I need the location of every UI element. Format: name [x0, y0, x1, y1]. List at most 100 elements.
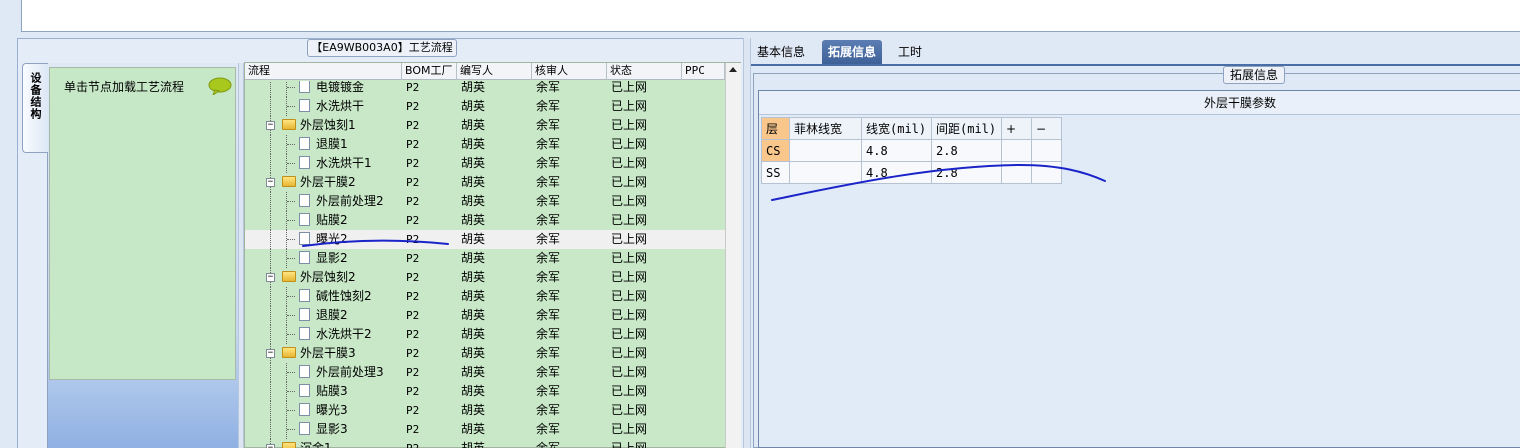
table-row[interactable]: 外层前处理3 P2 胡英 余军 已上网	[245, 363, 725, 382]
scroll-up-arrow-icon[interactable]	[729, 67, 737, 72]
reviewer-cell: 余军	[536, 137, 561, 151]
col-header-ppc[interactable]: PPC	[682, 63, 725, 80]
spacing-cell[interactable]: 2.8	[931, 161, 1002, 184]
writer-cell: 胡英	[461, 403, 486, 417]
reviewer-cell: 余军	[536, 308, 561, 322]
table-row[interactable]: 外层前处理2 P2 胡英 余军 已上网	[245, 192, 725, 211]
tree-branch	[287, 334, 295, 335]
status-cell: 已上网	[611, 270, 648, 284]
writer-cell: 胡英	[461, 422, 486, 436]
tab-divider	[751, 64, 1520, 66]
process-name: 水洗烘干	[316, 99, 365, 113]
table-row[interactable]: 水洗烘干1 P2 胡英 余军 已上网	[245, 154, 725, 173]
spacing-cell[interactable]: 2.8	[931, 139, 1002, 162]
tree-line	[270, 306, 271, 325]
document-icon	[299, 213, 310, 226]
collapse-toggle-icon[interactable]: −	[266, 444, 275, 448]
status-cell: 已上网	[611, 403, 648, 417]
line-width-cell[interactable]: 4.8	[861, 139, 932, 162]
param-row: SS 4.8 2.8	[761, 161, 1062, 184]
tree-group-row[interactable]: − 外层干膜3 P2 胡英 余军 已上网	[245, 344, 725, 363]
col-header-status[interactable]: 状态	[607, 63, 682, 80]
writer-cell: 胡英	[461, 137, 486, 151]
tree-branch	[287, 315, 295, 316]
collapse-toggle-icon[interactable]: −	[266, 273, 275, 282]
tree-line	[270, 382, 271, 401]
tree-line	[270, 97, 271, 116]
col-header-bom[interactable]: BOM工厂	[402, 63, 457, 80]
table-row[interactable]: 电镀镀金 P2 胡英 余军 已上网	[245, 81, 725, 97]
center-splitter[interactable]	[743, 38, 751, 448]
writer-cell: 胡英	[461, 289, 486, 303]
status-cell: 已上网	[611, 289, 648, 303]
tab-work-hours[interactable]: 工时	[892, 40, 928, 64]
writer-cell: 胡英	[461, 156, 486, 170]
process-name: 退膜1	[316, 137, 348, 151]
empty-cell[interactable]	[1001, 161, 1032, 184]
line-width-cell[interactable]: 4.8	[861, 161, 932, 184]
process-name: 外层干膜2	[300, 175, 356, 189]
add-column-button[interactable]: +	[1001, 117, 1032, 140]
reviewer-cell: 余军	[536, 327, 561, 341]
reviewer-cell: 余军	[536, 118, 561, 132]
node-panel[interactable]: 单击节点加载工艺流程	[49, 67, 236, 380]
table-row[interactable]: 贴膜3 P2 胡英 余军 已上网	[245, 382, 725, 401]
header-spacing: 间距(mil)	[931, 117, 1002, 140]
reviewer-cell: 余军	[536, 384, 561, 398]
reviewer-cell: 余军	[536, 175, 561, 189]
writer-cell: 胡英	[461, 251, 486, 265]
layer-cell[interactable]: SS	[761, 161, 790, 184]
writer-cell: 胡英	[461, 365, 486, 379]
table-row[interactable]: 水洗烘干2 P2 胡英 余军 已上网	[245, 325, 725, 344]
empty-cell[interactable]	[1031, 161, 1062, 184]
collapse-toggle-icon[interactable]: −	[266, 349, 275, 358]
layer-cell[interactable]: CS	[761, 139, 790, 162]
col-header-reviewer[interactable]: 核审人	[532, 63, 607, 80]
param-table-title: 外层干膜参数	[759, 91, 1520, 115]
tree-branch	[287, 410, 295, 411]
collapse-toggle-icon[interactable]: −	[266, 121, 275, 130]
table-row[interactable]: 碱性蚀刻2 P2 胡英 余军 已上网	[245, 287, 725, 306]
param-row: CS 4.8 2.8	[761, 139, 1062, 162]
col-header-writer[interactable]: 编写人	[457, 63, 532, 80]
collapse-toggle-icon[interactable]: −	[266, 178, 275, 187]
table-row[interactable]: 曝光2 P2 胡英 余军 已上网	[245, 230, 725, 249]
tree-group-row[interactable]: − 沉金1 P2 胡英 余军 已上网	[245, 439, 725, 448]
tree-branch	[287, 106, 295, 107]
tree-branch	[287, 429, 295, 430]
tree-group-row[interactable]: − 外层干膜2 P2 胡英 余军 已上网	[245, 173, 725, 192]
table-row[interactable]: 退膜2 P2 胡英 余军 已上网	[245, 306, 725, 325]
table-row[interactable]: 显影3 P2 胡英 余军 已上网	[245, 420, 725, 439]
bom-cell: P2	[406, 423, 420, 436]
tab-basic-info[interactable]: 基本信息	[751, 40, 811, 64]
table-row[interactable]: 退膜1 P2 胡英 余军 已上网	[245, 135, 725, 154]
empty-cell[interactable]	[1031, 139, 1062, 162]
bom-cell: P2	[406, 176, 420, 189]
grid-body: 电镀镀金 P2 胡英 余军 已上网 水洗烘干 P2 胡英 余军 已上网 − 外层蚀刻1 P2 胡英 余军 已上…	[245, 81, 725, 448]
col-header-flow[interactable]: 流程	[245, 63, 402, 80]
table-row[interactable]: 贴膜2 P2 胡英 余军 已上网	[245, 211, 725, 230]
table-row[interactable]: 曝光3 P2 胡英 余军 已上网	[245, 401, 725, 420]
reviewer-cell: 余军	[536, 251, 561, 265]
bom-cell: P2	[406, 404, 420, 417]
tab-equipment-structure[interactable]: 设备结构	[22, 63, 48, 153]
writer-cell: 胡英	[461, 308, 486, 322]
film-width-cell[interactable]	[789, 139, 862, 162]
grid-scrollbar[interactable]	[725, 63, 741, 448]
reviewer-cell: 余军	[536, 156, 561, 170]
table-row[interactable]: 显影2 P2 胡英 余军 已上网	[245, 249, 725, 268]
reviewer-cell: 余军	[536, 81, 561, 94]
tab-extended-info[interactable]: 拓展信息	[822, 40, 883, 64]
process-name: 显影3	[316, 422, 348, 436]
tree-group-row[interactable]: − 外层蚀刻2 P2 胡英 余军 已上网	[245, 268, 725, 287]
bom-cell: P2	[406, 157, 420, 170]
tree-group-row[interactable]: − 外层蚀刻1 P2 胡英 余军 已上网	[245, 116, 725, 135]
tree-branch	[287, 372, 295, 373]
empty-cell[interactable]	[1001, 139, 1032, 162]
remove-column-button[interactable]: −	[1031, 117, 1062, 140]
document-icon	[299, 99, 310, 112]
table-row[interactable]: 水洗烘干 P2 胡英 余军 已上网	[245, 97, 725, 116]
film-width-cell[interactable]	[789, 161, 862, 184]
tree-line	[270, 81, 271, 97]
process-name: 退膜2	[316, 308, 348, 322]
